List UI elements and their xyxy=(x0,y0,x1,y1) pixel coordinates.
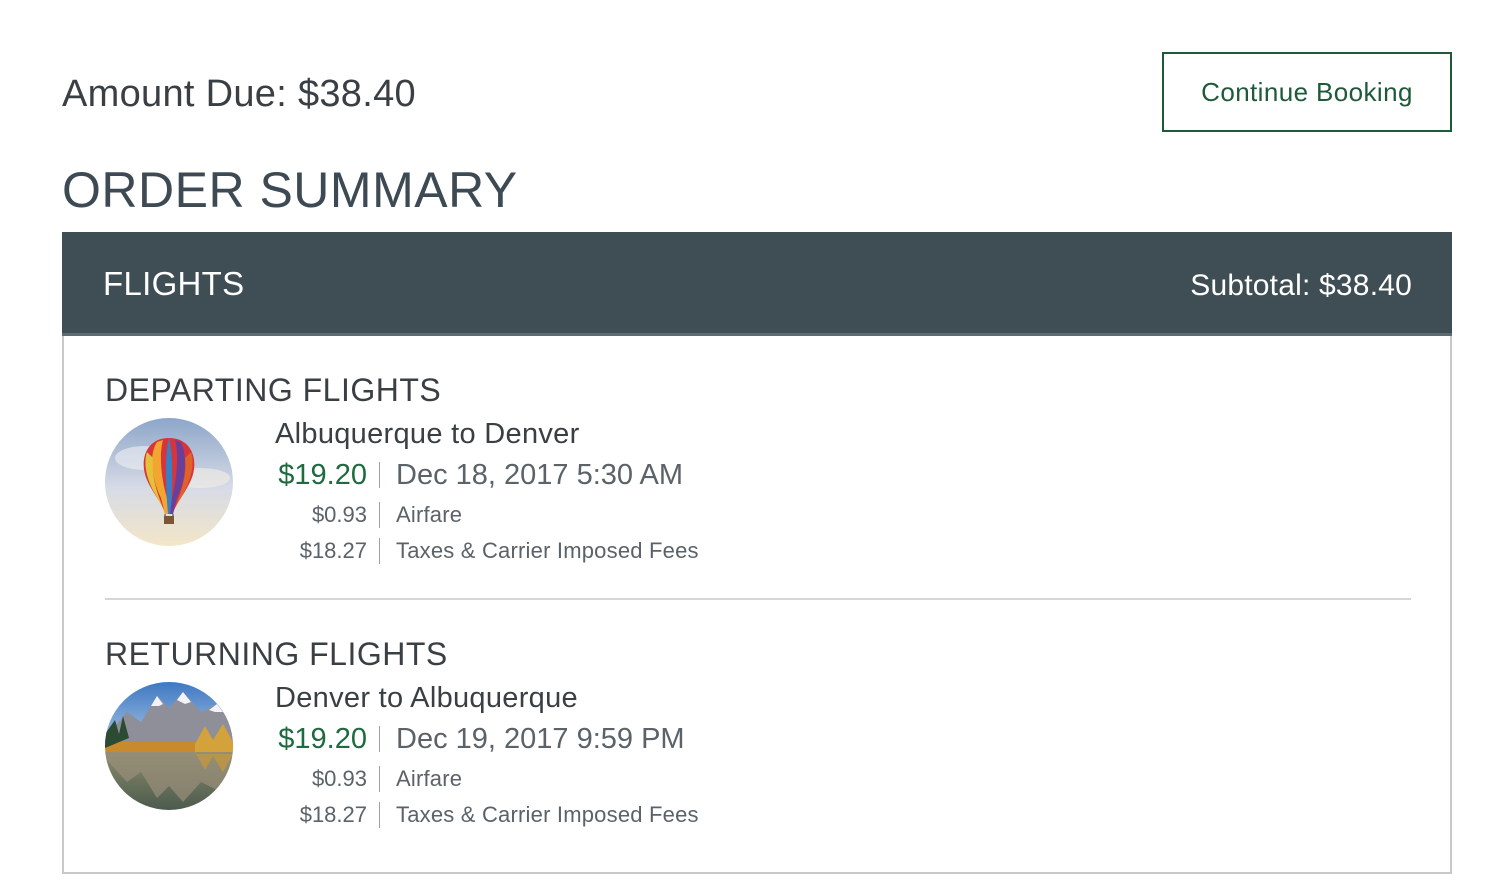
returning-airfare-row: $0.93 Airfare xyxy=(275,762,462,796)
returning-taxes-label: Taxes & Carrier Imposed Fees xyxy=(396,802,699,827)
departing-airfare-row: $0.93 Airfare xyxy=(275,498,462,532)
separator xyxy=(379,462,380,488)
departing-flights-section: DEPARTING FLIGHTS Albuquerque to Denver … xyxy=(105,370,1411,564)
returning-datetime: Dec 19, 2017 9:59 PM xyxy=(396,722,685,755)
returning-airfare-amount: $0.93 xyxy=(311,766,367,791)
booking-page: Amount Due: $38.40 Continue Booking ORDE… xyxy=(0,0,1508,892)
mountain-lake-image xyxy=(105,682,233,810)
flights-panel: FLIGHTS Subtotal: $38.40 DEPARTING FLIGH… xyxy=(62,232,1452,874)
amount-due: Amount Due: $38.40 xyxy=(62,73,416,115)
returning-airfare-label: Airfare xyxy=(396,766,463,791)
separator xyxy=(379,766,380,792)
separator xyxy=(379,502,380,528)
returning-price-row: $19.20 Dec 19, 2017 9:59 PM xyxy=(275,722,685,756)
departing-flights-title: DEPARTING FLIGHTS xyxy=(105,372,442,408)
flights-subtotal: Subtotal: $38.40 xyxy=(1190,269,1412,302)
separator xyxy=(379,726,380,752)
flights-header: FLIGHTS Subtotal: $38.40 xyxy=(62,232,1452,336)
departing-airfare-label: Airfare xyxy=(396,502,463,527)
departing-taxes-amount: $18.27 xyxy=(299,538,367,563)
returning-flights-section: RETURNING FLIGHTS Denver to Albuquerque … xyxy=(105,634,1411,828)
departing-datetime: Dec 18, 2017 5:30 AM xyxy=(396,458,683,491)
order-summary-title: ORDER SUMMARY xyxy=(62,162,518,218)
returning-price: $19.20 xyxy=(278,722,367,755)
departing-airfare-amount: $0.93 xyxy=(311,502,367,527)
returning-route: Denver to Albuquerque xyxy=(275,682,578,714)
departing-route: Albuquerque to Denver xyxy=(275,418,580,450)
returning-taxes-amount: $18.27 xyxy=(299,802,367,827)
departing-taxes-label: Taxes & Carrier Imposed Fees xyxy=(396,538,699,563)
departing-price-row: $19.20 Dec 18, 2017 5:30 AM xyxy=(275,458,683,492)
continue-booking-button[interactable]: Continue Booking xyxy=(1162,52,1452,132)
separator xyxy=(379,538,380,564)
separator xyxy=(379,802,380,828)
flights-header-label: FLIGHTS xyxy=(103,265,245,302)
hot-air-balloon-image xyxy=(105,418,233,546)
departing-taxes-row: $18.27 Taxes & Carrier Imposed Fees xyxy=(275,534,699,568)
returning-flights-title: RETURNING FLIGHTS xyxy=(105,636,448,672)
returning-taxes-row: $18.27 Taxes & Carrier Imposed Fees xyxy=(275,798,699,832)
section-divider xyxy=(105,598,1411,600)
departing-price: $19.20 xyxy=(278,458,367,491)
